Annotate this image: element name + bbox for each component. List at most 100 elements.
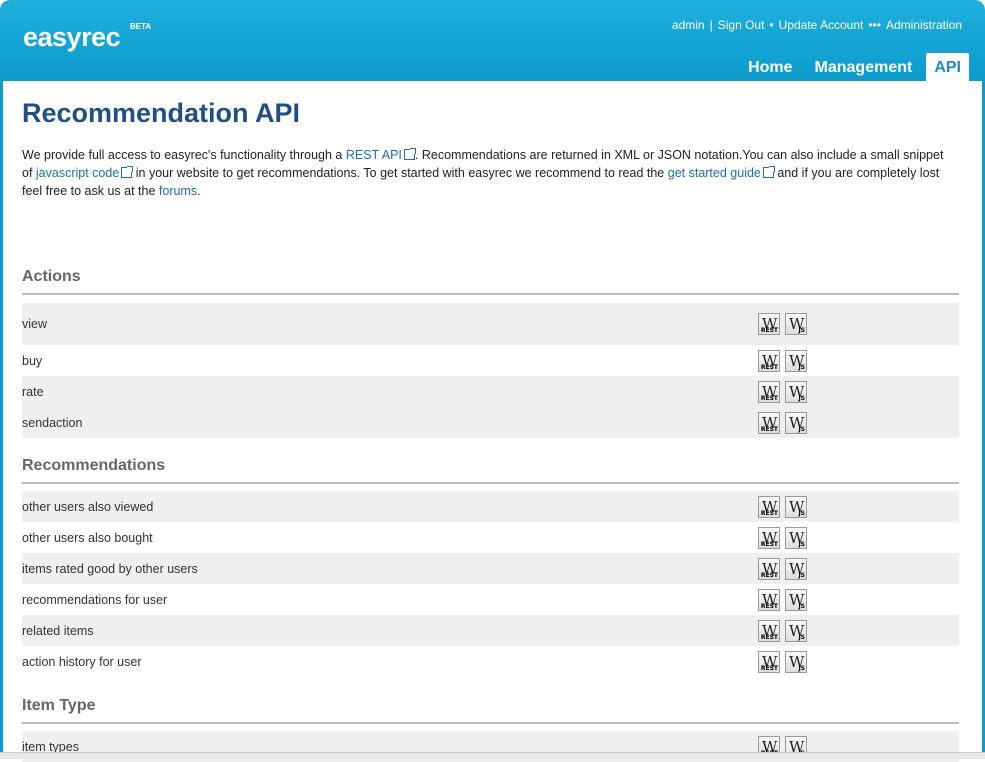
doc-links: WRESTWJS (758, 650, 812, 673)
wiki-subtitle: REST (760, 571, 778, 579)
javascript-code-link[interactable]: javascript code (36, 166, 119, 180)
forums-link[interactable]: forums (159, 184, 197, 198)
nav-management[interactable]: Management (807, 53, 921, 81)
intro-text: We provide full access to easyrec's func… (22, 146, 957, 200)
section-title: Actions (22, 268, 959, 295)
wiki-subtitle: JS (798, 363, 805, 371)
api-row-label: recommendations for user (22, 592, 168, 607)
api-row: related items W REST W JS (22, 615, 959, 646)
intro-text-part: . (197, 184, 201, 198)
page-title: Recommendation API (22, 98, 301, 128)
beta-badge: BETA (130, 22, 152, 31)
section-actions: Actions view W REST W JS buy W REST W JS rate W REST W… (22, 268, 959, 438)
js-wiki-icon[interactable]: WJS (785, 411, 807, 434)
api-row: other users also viewed W REST W JS (22, 491, 959, 522)
api-row: recommendations for user W REST W JS (22, 584, 959, 615)
intro-text-part: We provide full access to easyrec's func… (22, 148, 346, 162)
js-wiki-icon[interactable]: WJS (785, 313, 807, 335)
rest-wiki-icon[interactable]: WREST (758, 349, 780, 372)
external-link-icon (762, 166, 775, 178)
doc-links: WRESTWJS (758, 313, 812, 335)
wiki-subtitle: JS (798, 425, 805, 433)
wiki-subtitle: JS (798, 602, 805, 610)
sign-out-link[interactable]: Sign Out (718, 18, 765, 32)
rest-wiki-icon[interactable]: WREST (758, 495, 780, 518)
section-title: Item Type (22, 697, 959, 724)
bottom-bar (0, 752, 985, 759)
wiki-subtitle: REST (760, 394, 778, 402)
js-wiki-icon[interactable]: WJS (785, 349, 807, 372)
rest-wiki-icon[interactable]: WREST (758, 650, 780, 673)
api-row: items rated good by other users W REST W JS (22, 553, 959, 584)
js-wiki-icon[interactable]: WJS (785, 588, 807, 611)
wiki-subtitle: REST (760, 509, 778, 517)
api-row-label: action history for user (22, 654, 142, 669)
api-row: buy W REST W JS (22, 345, 959, 376)
api-row-label: other users also viewed (22, 499, 154, 514)
wiki-subtitle: REST (760, 363, 778, 371)
js-wiki-icon[interactable]: WJS (785, 619, 807, 642)
doc-links: WRESTWJS (758, 495, 812, 518)
wiki-subtitle: REST (760, 664, 778, 672)
api-row: view W REST W JS (22, 303, 959, 345)
wiki-subtitle: JS (798, 509, 805, 517)
doc-links: WRESTWJS (758, 619, 812, 642)
js-wiki-icon[interactable]: WJS (785, 380, 807, 403)
api-row-label: other users also bought (22, 530, 153, 545)
wiki-subtitle: REST (760, 540, 778, 548)
wiki-subtitle: JS (798, 540, 805, 548)
wiki-subtitle: JS (798, 664, 805, 672)
main-nav: Home Management API (734, 53, 969, 81)
doc-links: WRESTWJS (758, 557, 812, 580)
rest-wiki-icon[interactable]: WREST (758, 619, 780, 642)
rest-wiki-icon[interactable]: WREST (758, 588, 780, 611)
rest-wiki-icon[interactable]: WREST (758, 380, 780, 403)
external-link-icon (403, 148, 416, 160)
nav-home[interactable]: Home (740, 53, 800, 81)
js-wiki-icon[interactable]: WJS (785, 495, 807, 518)
administration-link[interactable]: Administration (886, 18, 962, 32)
get-started-guide-link[interactable]: get started guide (668, 166, 761, 180)
wiki-subtitle: JS (798, 394, 805, 402)
wiki-subtitle: JS (798, 327, 805, 334)
js-wiki-icon[interactable]: WJS (785, 526, 807, 549)
wiki-subtitle: REST (760, 602, 778, 610)
section-recommendations: Recommendations other users also viewed W R… (22, 457, 959, 677)
api-row: action history for user W REST W JS (22, 646, 959, 677)
nav-api[interactable]: API (926, 53, 969, 81)
wiki-subtitle: REST (760, 327, 778, 334)
doc-links: WRESTWJS (758, 411, 812, 434)
user-bar: admin | Sign Out • Update Account ••• Administ… (671, 18, 962, 32)
rest-wiki-icon[interactable]: WREST (758, 557, 780, 580)
js-wiki-icon[interactable]: WJS (785, 650, 807, 673)
api-row-label: buy (22, 353, 43, 368)
logo[interactable]: easyrec (23, 22, 121, 53)
api-row: rate W REST W JS (22, 376, 959, 407)
left-border (0, 81, 3, 759)
rest-wiki-icon[interactable]: WREST (758, 313, 780, 335)
doc-links: WRESTWJS (758, 588, 812, 611)
app-header: easyrec BETA admin | Sign Out • Update Accou… (0, 0, 985, 81)
js-wiki-icon[interactable]: WJS (785, 557, 807, 580)
user-link-admin[interactable]: admin (672, 18, 705, 32)
api-row-label: items rated good by other users (22, 561, 198, 576)
wiki-subtitle: REST (760, 425, 778, 433)
section-title: Recommendations (22, 457, 959, 484)
doc-links: WRESTWJS (758, 380, 812, 403)
api-row-label: related items (22, 623, 94, 638)
api-row-label: view (22, 317, 48, 331)
intro-text-part: in your website to get recommendations. … (132, 166, 668, 180)
doc-links: WRESTWJS (758, 526, 812, 549)
wiki-subtitle: REST (760, 633, 778, 641)
rest-api-link[interactable]: REST API (346, 148, 402, 162)
doc-links: WRESTWJS (758, 349, 812, 372)
rest-wiki-icon[interactable]: WREST (758, 411, 780, 434)
update-account-link[interactable]: Update Account (779, 18, 864, 32)
api-row-label: sendaction (22, 415, 83, 430)
api-row: sendaction W REST W JS (22, 407, 959, 438)
wiki-subtitle: JS (798, 571, 805, 579)
api-row-label: rate (22, 384, 44, 399)
api-row: other users also bought W REST W JS (22, 522, 959, 553)
wiki-subtitle: JS (798, 633, 805, 641)
rest-wiki-icon[interactable]: WREST (758, 526, 780, 549)
